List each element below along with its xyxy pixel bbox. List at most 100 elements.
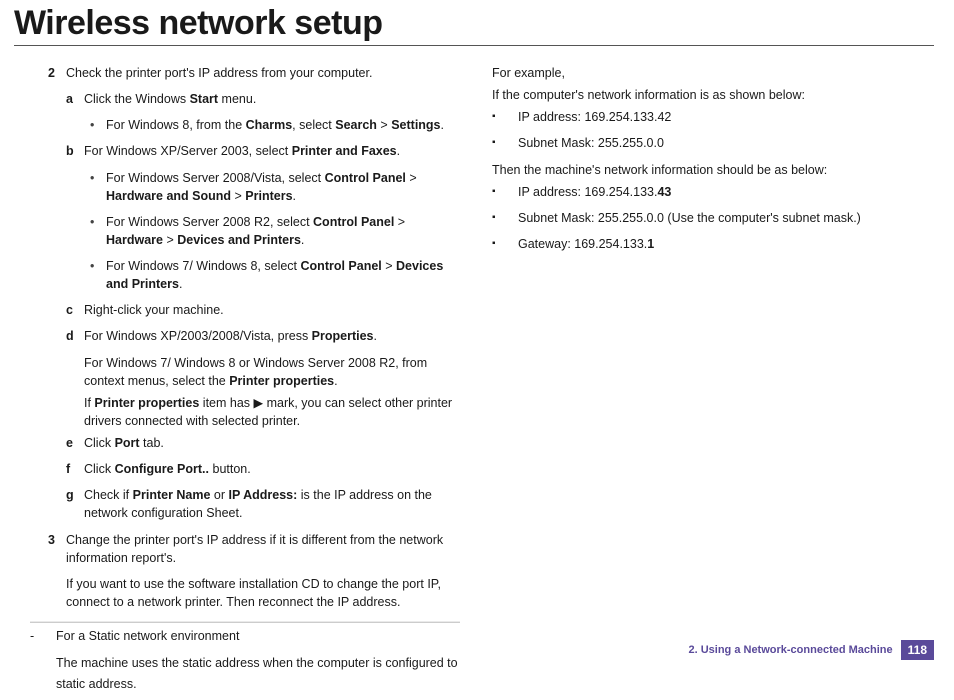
b: Configure Port.. — [115, 462, 209, 476]
t: menu. — [218, 92, 256, 106]
b: Control Panel — [301, 259, 382, 273]
bullet-ip2: ▪ IP address: 169.254.133.43 — [492, 183, 934, 205]
b: Control Panel — [313, 215, 394, 229]
b: IP Address: — [229, 488, 298, 502]
t: For Windows XP/Server 2003, select — [84, 144, 292, 158]
t: > — [394, 215, 405, 229]
t: For Windows Server 2008 R2, select — [106, 215, 313, 229]
b: Printers — [245, 189, 292, 203]
t: . — [179, 277, 182, 291]
step-2b-sub1: • For Windows Server 2008/Vista, select … — [90, 169, 460, 209]
text: For Windows 7/ Windows 8, select Control… — [106, 257, 460, 293]
t: Click — [84, 462, 115, 476]
text: Check if Printer Name or IP Address: is … — [84, 486, 460, 522]
step-2: 2 Check the printer port's IP address fr… — [48, 64, 460, 86]
text: Gateway: 169.254.133.1 — [518, 235, 934, 253]
step-2c: c Right-click your machine. — [66, 301, 460, 323]
b: Start — [190, 92, 218, 106]
step-2a: a Click the Windows Start menu. — [66, 90, 460, 112]
step-2e: e Click Port tab. — [66, 434, 460, 456]
bullet-icon: • — [90, 257, 106, 293]
b: Printer and Faxes — [292, 144, 397, 158]
bullet-mask1: ▪ Subnet Mask: 255.255.0.0 — [492, 134, 934, 156]
b: Properties — [312, 329, 374, 343]
text: For Windows XP/Server 2003, select Print… — [84, 142, 460, 160]
t: For Windows 8, from the — [106, 118, 246, 132]
t: For Windows XP/2003/2008/Vista, press — [84, 329, 312, 343]
step-2d: d For Windows XP/2003/2008/Vista, press … — [66, 327, 460, 349]
t: Click the Windows — [84, 92, 190, 106]
square-bullet-icon: ▪ — [492, 183, 518, 201]
b: Printer Name — [133, 488, 211, 502]
letter: e — [66, 434, 84, 452]
text: For Windows 8, from the Charms, select S… — [106, 116, 460, 134]
text: Click Port tab. — [84, 434, 460, 452]
b: Hardware — [106, 233, 163, 247]
step-2d-line2: For Windows 7/ Windows 8 or Windows Serv… — [84, 354, 460, 390]
text: Click Configure Port.. button. — [84, 460, 460, 478]
text: Subnet Mask: 255.255.0.0 — [518, 134, 934, 152]
example-computer: If the computer's network information is… — [492, 86, 934, 104]
page-title: Wireless network setup — [14, 4, 934, 43]
text: Subnet Mask: 255.255.0.0 (Use the comput… — [518, 209, 934, 227]
t: IP address: 169.254.133. — [518, 185, 657, 199]
separator-bar — [30, 621, 460, 623]
bullet-icon: • — [90, 116, 106, 134]
t: button. — [209, 462, 251, 476]
text: For Windows XP/2003/2008/Vista, press Pr… — [84, 327, 460, 345]
step-2d-line3: If Printer properties item has ▶ mark, y… — [84, 394, 460, 430]
t: > — [163, 233, 177, 247]
step-3: 3 Change the printer port's IP address i… — [48, 531, 460, 571]
step-2f: f Click Configure Port.. button. — [66, 460, 460, 482]
square-bullet-icon: ▪ — [492, 235, 518, 253]
example-intro: For example, — [492, 64, 934, 82]
b: 1 — [647, 237, 654, 251]
page-footer: 2. Using a Network-connected Machine 118 — [0, 640, 954, 660]
text: Right-click your machine. — [84, 301, 460, 319]
t: Click — [84, 436, 115, 450]
square-bullet-icon: ▪ — [492, 108, 518, 126]
step-2g: g Check if Printer Name or IP Address: i… — [66, 486, 460, 526]
bullet-mask2: ▪ Subnet Mask: 255.255.0.0 (Use the comp… — [492, 209, 934, 231]
letter: c — [66, 301, 84, 319]
text: For Windows Server 2008/Vista, select Co… — [106, 169, 460, 205]
content-columns: 2 Check the printer port's IP address fr… — [14, 64, 934, 700]
right-column: For example, If the computer's network i… — [488, 64, 934, 700]
b: Devices and Printers — [177, 233, 301, 247]
letter: g — [66, 486, 84, 522]
step-number: 2 — [48, 64, 66, 82]
title-rule — [14, 45, 934, 46]
t: > — [377, 118, 391, 132]
b: Search — [335, 118, 377, 132]
b: Printer properties — [229, 374, 334, 388]
bullet-gateway: ▪ Gateway: 169.254.133.1 — [492, 235, 934, 257]
b: Charms — [246, 118, 293, 132]
t: For Windows Server 2008/Vista, select — [106, 171, 325, 185]
t: . — [374, 329, 377, 343]
example-machine: Then the machine's network information s… — [492, 161, 934, 179]
b: Printer properties — [94, 396, 199, 410]
t: , select — [292, 118, 335, 132]
b: Settings — [391, 118, 440, 132]
b: Hardware and Sound — [106, 189, 231, 203]
bullet-icon: • — [90, 213, 106, 249]
t: > — [382, 259, 396, 273]
bullet-icon: • — [90, 169, 106, 205]
step-2b-sub2: • For Windows Server 2008 R2, select Con… — [90, 213, 460, 253]
text: IP address: 169.254.133.42 — [518, 108, 934, 126]
t: . — [397, 144, 400, 158]
t: . — [334, 374, 337, 388]
t: > — [406, 171, 417, 185]
t: Check if — [84, 488, 133, 502]
b: 43 — [657, 185, 671, 199]
t: For Windows 7/ Windows 8, select — [106, 259, 301, 273]
text: Click the Windows Start menu. — [84, 90, 460, 108]
bullet-ip1: ▪ IP address: 169.254.133.42 — [492, 108, 934, 130]
step-2b: b For Windows XP/Server 2003, select Pri… — [66, 142, 460, 164]
square-bullet-icon: ▪ — [492, 134, 518, 152]
step-2a-sub1: • For Windows 8, from the Charms, select… — [90, 116, 460, 138]
t: > — [231, 189, 245, 203]
t: . — [301, 233, 304, 247]
letter: f — [66, 460, 84, 478]
t: . — [293, 189, 296, 203]
